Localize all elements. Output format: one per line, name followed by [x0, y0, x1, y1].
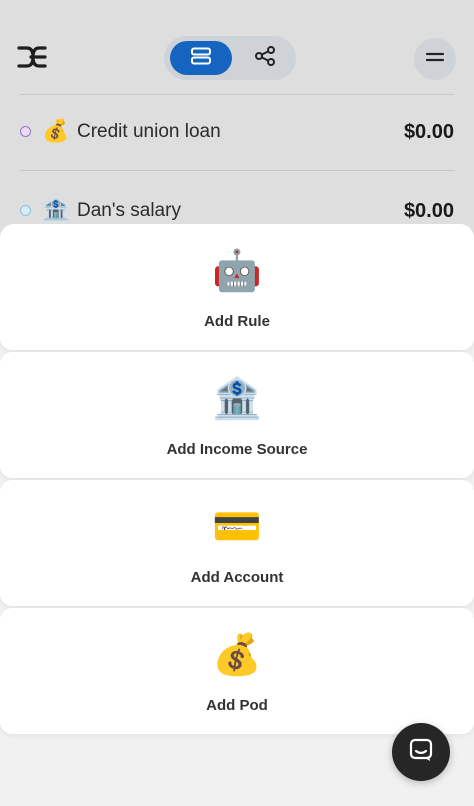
chat-button[interactable] — [392, 723, 450, 781]
app-screen: 💰 Credit union loan $0.00 🏦 Dan's salary… — [0, 0, 474, 806]
logo-icon[interactable] — [16, 42, 48, 72]
divider — [20, 170, 454, 171]
add-rule-button[interactable]: 🤖 Add Rule — [0, 224, 474, 350]
list-view-button[interactable] — [170, 41, 232, 75]
status-dot — [20, 126, 31, 137]
graph-view-icon — [254, 45, 276, 71]
add-account-button[interactable]: 💳 Add Account — [0, 480, 474, 606]
credit-card-icon: 💳 — [212, 505, 262, 549]
add-rule-label: Add Rule — [204, 313, 270, 330]
view-toggle — [164, 36, 296, 80]
list-item-label: Dan's salary — [77, 200, 181, 221]
add-income-source-button[interactable]: 🏦 Add Income Source — [0, 352, 474, 478]
bank-icon: 🏦 — [212, 377, 262, 421]
graph-view-button[interactable] — [240, 41, 290, 75]
add-pod-button[interactable]: 💰 Add Pod — [0, 608, 474, 734]
robot-icon: 🤖 — [212, 249, 262, 293]
list-item-amount: $0.00 — [403, 200, 454, 222]
list-item[interactable]: 💰 Credit union loan $0.00 — [0, 107, 474, 157]
divider — [20, 94, 454, 95]
bank-icon: 🏦 — [42, 197, 70, 222]
list-item-amount: $0.00 — [403, 121, 454, 143]
list-view-icon — [190, 47, 212, 70]
money-bag-icon: 💰 — [212, 633, 262, 677]
money-bag-icon: 💰 — [42, 118, 70, 143]
add-pod-label: Add Pod — [206, 697, 268, 714]
add-income-source-label: Add Income Source — [166, 441, 308, 458]
hamburger-menu-icon — [425, 50, 445, 68]
chat-bubble-icon — [408, 737, 434, 768]
menu-button[interactable] — [414, 38, 456, 80]
header — [0, 0, 474, 95]
status-dot — [20, 205, 31, 216]
list-item-label: Credit union loan — [77, 121, 221, 142]
add-account-label: Add Account — [190, 569, 284, 586]
add-actions-sheet: 🤖 Add Rule 🏦 Add Income Source 💳 Add Acc… — [0, 224, 474, 806]
